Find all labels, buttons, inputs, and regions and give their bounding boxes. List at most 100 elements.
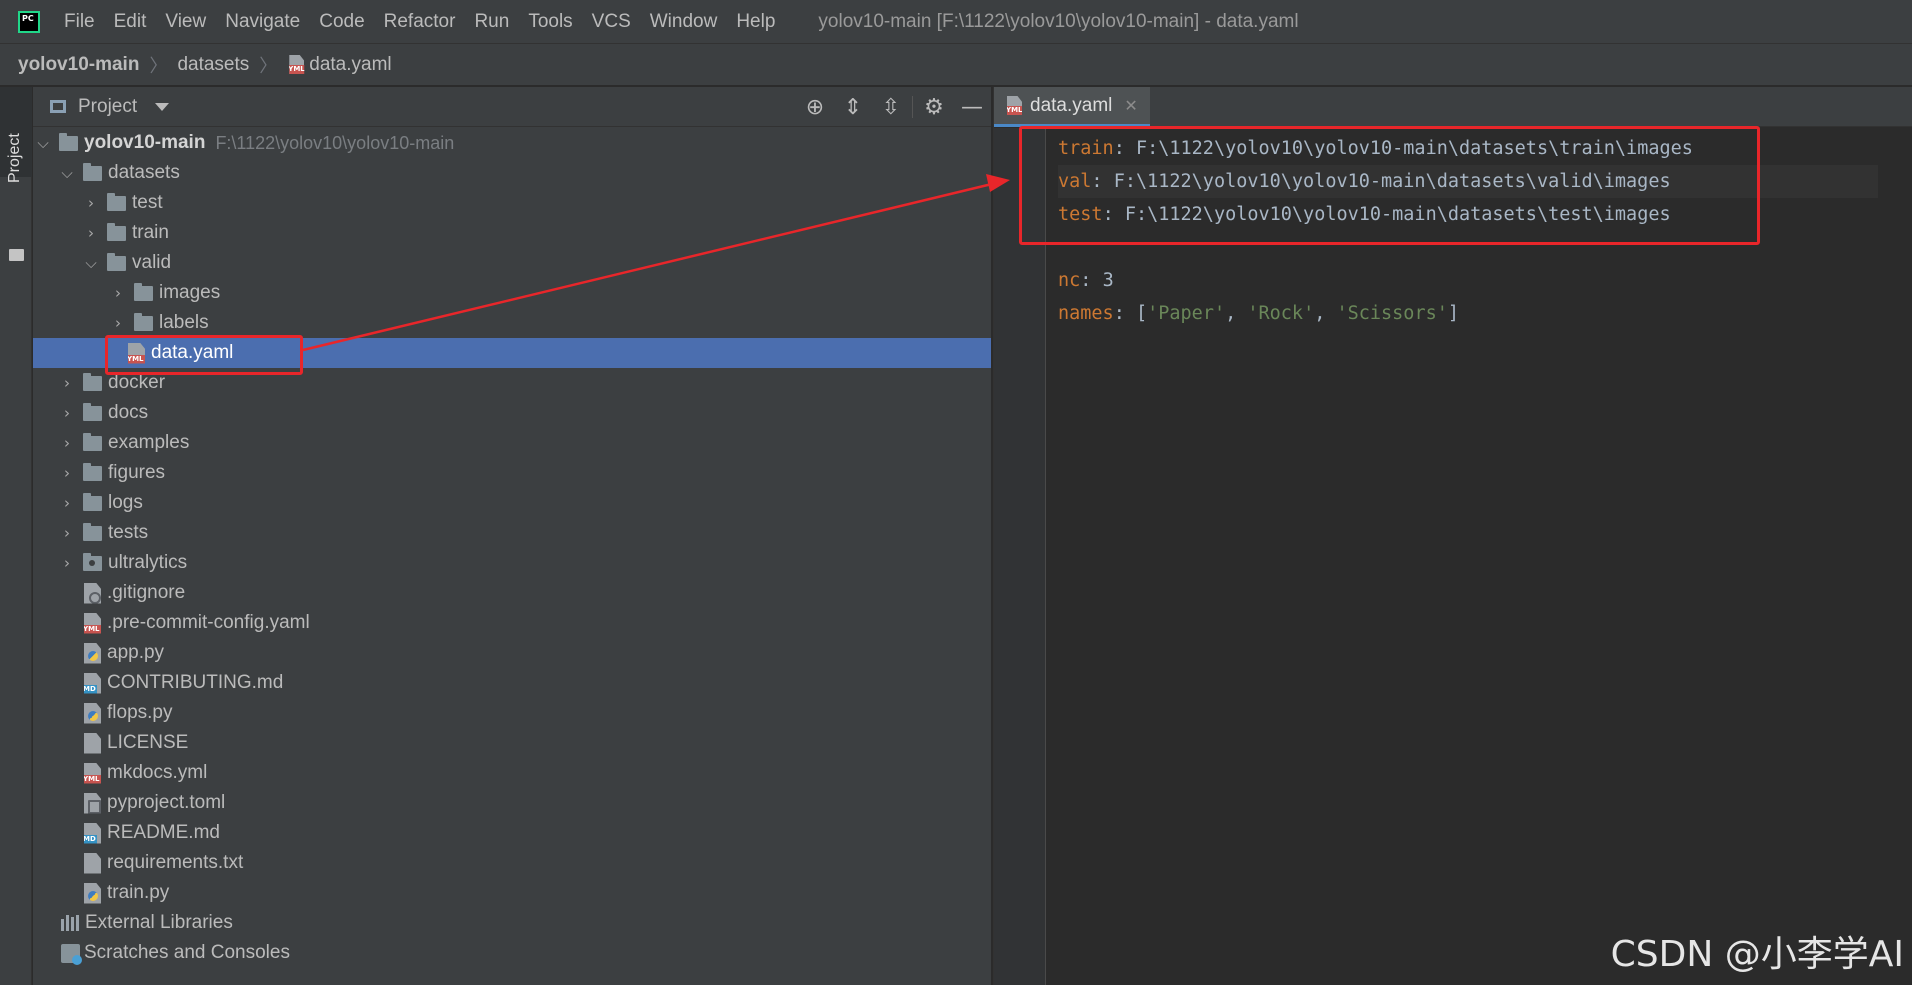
- watermark: CSDN @小李学AI: [1610, 934, 1904, 975]
- code-line[interactable]: train: F:\1122\yolov10\yolov10-main\data…: [1058, 132, 1878, 165]
- tree-item-external-libraries[interactable]: External Libraries: [33, 908, 991, 938]
- menu-navigate[interactable]: Navigate: [225, 11, 300, 33]
- tree-item-data-yaml[interactable]: YML data.yaml: [33, 338, 991, 368]
- expand-all-icon[interactable]: ⇕: [834, 87, 872, 127]
- menu-view[interactable]: View: [165, 11, 206, 33]
- breadcrumb-file[interactable]: data.yaml: [309, 54, 391, 76]
- chevron-right-icon[interactable]: ›: [57, 368, 77, 398]
- chevron-right-icon[interactable]: ›: [108, 278, 128, 308]
- scratches-icon: [61, 943, 82, 965]
- tree-item-train[interactable]: › train: [33, 218, 991, 248]
- tree-item-test[interactable]: › test: [33, 188, 991, 218]
- folder-icon: [59, 132, 78, 151]
- tree-item-label: flops.py: [107, 702, 173, 723]
- chevron-right-icon[interactable]: ›: [57, 488, 77, 518]
- tree-root[interactable]: ⌵ yolov10-main F:\1122\yolov10\yolov10-m…: [33, 128, 991, 158]
- tree-item-valid[interactable]: ⌵ valid: [33, 248, 991, 278]
- editor-tab-data-yaml[interactable]: YML data.yaml ✕: [994, 87, 1150, 127]
- chevron-right-icon[interactable]: ›: [57, 398, 77, 428]
- menu-code[interactable]: Code: [319, 11, 364, 33]
- breadcrumb-separator-icon: 〉: [149, 55, 168, 76]
- breadcrumb-project[interactable]: yolov10-main: [18, 54, 139, 76]
- tree-item-flops-py[interactable]: flops.py: [33, 698, 991, 728]
- tree-item-contributing[interactable]: MD CONTRIBUTING.md: [33, 668, 991, 698]
- code-line[interactable]: test: F:\1122\yolov10\yolov10-main\datas…: [1058, 198, 1878, 231]
- folder-icon: [134, 282, 153, 301]
- chevron-right-icon[interactable]: ›: [57, 548, 77, 578]
- folder-icon: [83, 432, 102, 451]
- yaml-string: 'Rock': [1247, 303, 1315, 324]
- tree-root-path: F:\1122\yolov10\yolov10-main: [215, 132, 455, 153]
- tree-item-app-py[interactable]: app.py: [33, 638, 991, 668]
- gear-icon[interactable]: ⚙: [915, 87, 953, 127]
- collapse-all-icon[interactable]: ⇳: [872, 87, 910, 127]
- editor-tab-bar: YML data.yaml ✕: [994, 87, 1912, 127]
- tree-item-train-py[interactable]: train.py: [33, 878, 991, 908]
- code-line[interactable]: val: F:\1122\yolov10\yolov10-main\datase…: [1058, 165, 1878, 198]
- chevron-down-icon[interactable]: ⌵: [81, 248, 101, 278]
- locate-icon[interactable]: ⊕: [796, 87, 834, 127]
- breadcrumb-datasets[interactable]: datasets: [177, 54, 249, 76]
- code-line[interactable]: names: ['Paper', 'Rock', 'Scissors']: [1058, 297, 1878, 330]
- tree-item-label: Scratches and Consoles: [84, 942, 290, 963]
- menu-vcs[interactable]: VCS: [592, 11, 631, 33]
- python-file-icon: [84, 642, 101, 664]
- yaml-colon: :: [1113, 303, 1125, 324]
- tree-item-ultralytics[interactable]: › ultralytics: [33, 548, 991, 578]
- code-area[interactable]: train: F:\1122\yolov10\yolov10-main\data…: [1058, 132, 1878, 330]
- tree-item-images[interactable]: › images: [33, 278, 991, 308]
- tree-item-pre-commit-config[interactable]: YML .pre-commit-config.yaml: [33, 608, 991, 638]
- tree-item-label: LICENSE: [107, 732, 189, 753]
- tree-item-gitignore[interactable]: .gitignore: [33, 578, 991, 608]
- chevron-down-icon[interactable]: ⌵: [57, 158, 77, 188]
- yaml-bracket: ]: [1447, 303, 1460, 324]
- menu-refactor[interactable]: Refactor: [384, 11, 456, 33]
- chevron-right-icon[interactable]: ›: [57, 518, 77, 548]
- chevron-down-icon[interactable]: ⌵: [33, 128, 53, 158]
- chevron-right-icon[interactable]: ›: [57, 458, 77, 488]
- tree-item-figures[interactable]: › figures: [33, 458, 991, 488]
- close-icon[interactable]: ✕: [1124, 96, 1137, 115]
- tree-item-tests[interactable]: › tests: [33, 518, 991, 548]
- tree-item-datasets[interactable]: ⌵ datasets: [33, 158, 991, 188]
- tree-item-pyproject[interactable]: pyproject.toml: [33, 788, 991, 818]
- tree-item-label: .gitignore: [107, 582, 186, 603]
- tree-item-label: valid: [132, 252, 172, 273]
- tree-item-readme[interactable]: MD README.md: [33, 818, 991, 848]
- tree-item-logs[interactable]: › logs: [33, 488, 991, 518]
- yaml-string: 'Scissors': [1336, 303, 1448, 324]
- menu-tools[interactable]: Tools: [528, 11, 572, 33]
- folder-icon: [134, 312, 153, 331]
- tree-item-license[interactable]: LICENSE: [33, 728, 991, 758]
- tree-item-label: train: [132, 222, 169, 243]
- code-line[interactable]: nc: 3: [1058, 264, 1878, 297]
- chevron-right-icon[interactable]: ›: [57, 428, 77, 458]
- tree-item-docs[interactable]: › docs: [33, 398, 991, 428]
- tree-item-mkdocs[interactable]: YML mkdocs.yml: [33, 758, 991, 788]
- menu-edit[interactable]: Edit: [114, 11, 147, 33]
- menu-file[interactable]: File: [64, 11, 95, 33]
- menu-run[interactable]: Run: [474, 11, 509, 33]
- folder-icon: [9, 249, 24, 261]
- tree-item-requirements[interactable]: requirements.txt: [33, 848, 991, 878]
- library-icon: [61, 915, 81, 931]
- tree-item-docker[interactable]: › docker: [33, 368, 991, 398]
- tree-item-labels[interactable]: › labels: [33, 308, 991, 338]
- tree-item-scratches[interactable]: Scratches and Consoles: [33, 938, 991, 968]
- pycharm-logo-icon: [18, 10, 40, 33]
- chevron-right-icon[interactable]: ›: [81, 218, 101, 248]
- code-line[interactable]: [1058, 231, 1878, 264]
- menu-help[interactable]: Help: [736, 11, 775, 33]
- chevron-right-icon[interactable]: ›: [108, 308, 128, 338]
- tree-item-label: tests: [108, 522, 149, 543]
- project-panel-title[interactable]: Project: [78, 96, 137, 118]
- chevron-right-icon[interactable]: ›: [81, 188, 101, 218]
- menu-window[interactable]: Window: [650, 11, 718, 33]
- project-tree: ⌵ yolov10-main F:\1122\yolov10\yolov10-m…: [33, 128, 991, 968]
- tree-item-label: CONTRIBUTING.md: [107, 672, 284, 693]
- chevron-down-icon[interactable]: [155, 102, 170, 111]
- project-tool-window-label[interactable]: Project: [6, 133, 24, 183]
- tree-item-examples[interactable]: › examples: [33, 428, 991, 458]
- left-tool-strip: Project: [0, 87, 32, 985]
- minimize-icon[interactable]: —: [953, 87, 991, 127]
